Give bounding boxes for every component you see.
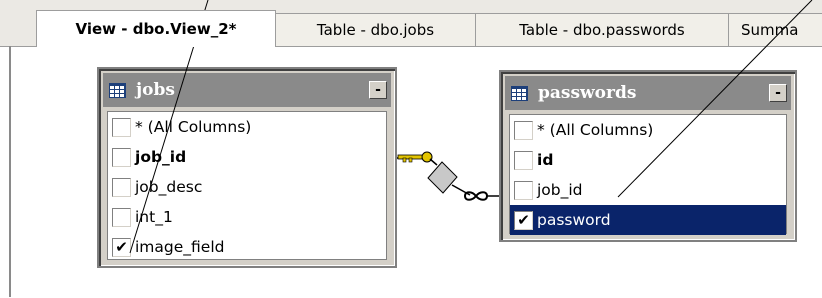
column-label: job_desc xyxy=(135,178,203,196)
column-label: image_field xyxy=(135,238,225,256)
column-checkbox[interactable] xyxy=(112,207,131,227)
minimize-button[interactable]: - xyxy=(769,84,787,102)
table-panel-passwords[interactable]: passwords - * (All Columns) id job_id ✔ … xyxy=(499,70,797,242)
column-label: int_1 xyxy=(135,208,173,226)
column-list: * (All Columns) id job_id ✔ password xyxy=(509,114,787,235)
column-checkbox[interactable] xyxy=(112,147,131,167)
column-row[interactable]: job_id xyxy=(510,175,786,205)
table-title-bar[interactable]: jobs - xyxy=(103,73,391,107)
tab-view-dbo-view-2[interactable]: View - dbo.View_2* xyxy=(36,10,276,47)
grid-icon xyxy=(109,82,126,98)
column-checkbox[interactable] xyxy=(514,150,533,170)
column-row[interactable]: * (All Columns) xyxy=(108,112,386,142)
minimize-button[interactable]: - xyxy=(369,81,387,99)
table-title: passwords xyxy=(538,83,637,103)
column-checkbox[interactable] xyxy=(112,117,131,137)
column-checkbox[interactable] xyxy=(514,120,533,140)
column-list: * (All Columns) job_id job_desc int_1 ✔ … xyxy=(107,111,387,260)
tab-label: Table - dbo.jobs xyxy=(316,21,435,39)
tab-table-dbo-passwords[interactable]: Table - dbo.passwords xyxy=(475,13,729,46)
column-label: job_id xyxy=(135,148,187,166)
tab-table-dbo-jobs[interactable]: Table - dbo.jobs xyxy=(275,13,476,46)
tab-label: View - dbo.View_2* xyxy=(75,20,237,38)
column-row[interactable]: job_id xyxy=(108,142,386,172)
column-row[interactable]: id xyxy=(510,145,786,175)
document-tab-strip: View - dbo.View_2* Table - dbo.jobs Tabl… xyxy=(0,0,822,47)
column-checkbox[interactable]: ✔ xyxy=(514,210,533,230)
column-row[interactable]: * (All Columns) xyxy=(510,115,786,145)
tab-summary[interactable]: Summa xyxy=(728,13,822,46)
tab-label: Summa xyxy=(741,21,799,39)
column-checkbox[interactable]: ✔ xyxy=(112,237,131,257)
column-label: job_id xyxy=(537,181,583,199)
column-label: * (All Columns) xyxy=(135,118,252,136)
column-row[interactable]: ✔ image_field xyxy=(108,232,386,262)
tab-label: Table - dbo.passwords xyxy=(519,21,685,39)
column-checkbox[interactable] xyxy=(112,177,131,197)
column-row-selected[interactable]: ✔ password xyxy=(510,205,786,235)
pane-left-border xyxy=(9,46,11,297)
table-panel-jobs[interactable]: jobs - * (All Columns) job_id job_desc i… xyxy=(97,67,397,268)
column-row[interactable]: job_desc xyxy=(108,172,386,202)
column-label: id xyxy=(537,151,554,169)
column-checkbox[interactable] xyxy=(514,180,533,200)
column-label: * (All Columns) xyxy=(537,121,654,139)
grid-icon xyxy=(511,85,528,101)
table-title: jobs xyxy=(136,80,175,100)
column-label: password xyxy=(537,211,611,229)
column-row[interactable]: int_1 xyxy=(108,202,386,232)
table-title-bar[interactable]: passwords - xyxy=(505,76,791,110)
